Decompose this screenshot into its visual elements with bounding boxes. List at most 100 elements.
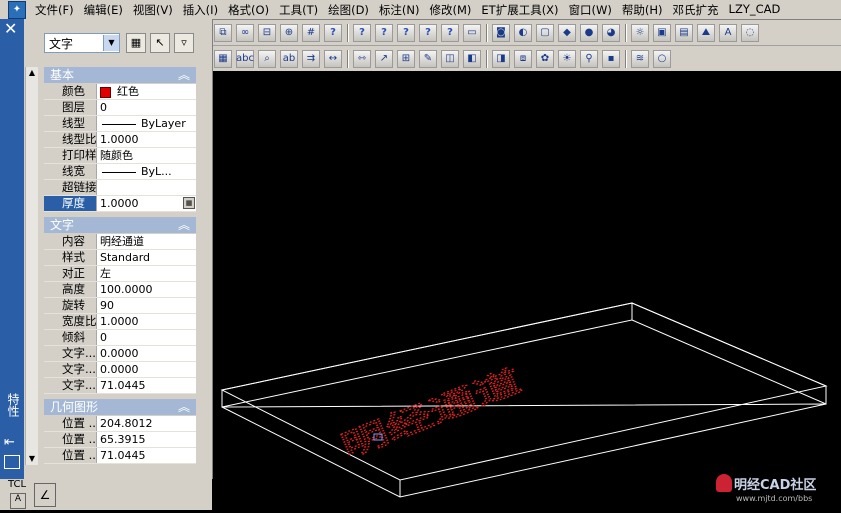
menu-item[interactable]: 视图(V) xyxy=(128,2,178,18)
pickadd-icon[interactable]: ▿ xyxy=(174,33,194,53)
menu-item[interactable]: 邓氏扩充 xyxy=(668,2,724,18)
property-value-cell[interactable]: 明经通道 xyxy=(97,234,196,249)
property-row[interactable]: 位置 ... 65.3915 xyxy=(44,432,196,448)
link-icon[interactable]: ∞ xyxy=(236,23,254,42)
scene-icon[interactable]: ▣ xyxy=(653,23,671,42)
box-icon[interactable]: ▢ xyxy=(536,23,554,42)
menu-item[interactable]: 格式(O) xyxy=(223,2,274,18)
layer-icon[interactable]: ◧ xyxy=(463,49,481,68)
collapse-icon[interactable]: ︽ xyxy=(178,217,190,233)
find-icon[interactable]: ⌕ xyxy=(258,49,276,68)
menu-item[interactable]: 标注(N) xyxy=(374,2,425,18)
query-icon[interactable]: ? xyxy=(353,23,371,42)
block-icon[interactable]: ▦ xyxy=(214,49,232,68)
property-row[interactable]: 打印样式随颜色 xyxy=(44,148,196,164)
text-icon[interactable]: A xyxy=(719,23,737,42)
property-value-cell[interactable]: ByLayer xyxy=(97,116,196,131)
menu-item[interactable]: 修改(M) xyxy=(425,2,477,18)
sun-icon[interactable]: ☀ xyxy=(558,49,576,68)
property-row[interactable]: 旋转 90 xyxy=(44,298,196,314)
material-icon[interactable]: ▤ xyxy=(675,23,693,42)
query-icon[interactable]: ? xyxy=(441,23,459,42)
dim-edit-icon[interactable]: ⇿ xyxy=(353,49,371,68)
property-row[interactable]: 内容 明经通道 xyxy=(44,234,196,250)
property-value-cell[interactable]: 0.0000 xyxy=(97,346,196,361)
property-row[interactable]: 文字... 0.0000 xyxy=(44,362,196,378)
collapse-icon[interactable]: ︽ xyxy=(178,67,190,83)
layer-prev-icon[interactable]: ◨ xyxy=(492,49,510,68)
property-row[interactable]: 倾斜 0 xyxy=(44,330,196,346)
menu-item[interactable]: 文件(F) xyxy=(30,2,79,18)
render-icon[interactable]: ◕ xyxy=(602,23,620,42)
select-objects-icon[interactable]: ↖ xyxy=(150,33,170,53)
leader-icon[interactable]: ↗ xyxy=(375,49,393,68)
property-value-cell[interactable] xyxy=(97,180,196,195)
tolerance-icon[interactable]: ⊞ xyxy=(397,49,415,68)
property-row[interactable]: 线宽 ByL... xyxy=(44,164,196,180)
property-value-cell[interactable]: 90 xyxy=(97,298,196,313)
close-icon[interactable]: ✕ xyxy=(4,21,17,37)
scroll-up-icon[interactable]: ▲ xyxy=(27,68,37,78)
property-value-cell[interactable]: 0 xyxy=(97,330,196,345)
camera-icon[interactable]: ◙ xyxy=(492,23,510,42)
property-value-cell[interactable]: 红色 xyxy=(97,84,196,99)
menu-item[interactable]: 编辑(E) xyxy=(79,2,128,18)
section-header[interactable]: 几何图形 ︽ xyxy=(44,399,196,415)
property-value-cell[interactable]: 204.8012 xyxy=(97,416,196,431)
property-value-cell[interactable]: ByL... xyxy=(97,164,196,179)
grid-icon[interactable]: # xyxy=(302,23,320,42)
app-icon[interactable]: ✦ xyxy=(8,0,26,19)
property-value-cell[interactable]: 0.0000 xyxy=(97,362,196,377)
match-icon[interactable]: ⇉ xyxy=(302,49,320,68)
drawing-text[interactable]: 明经通道 xyxy=(335,362,527,466)
scroll-down-icon[interactable]: ▼ xyxy=(27,454,37,464)
property-row[interactable]: 对正左 xyxy=(44,266,196,282)
quick-select-icon[interactable]: ▦ xyxy=(126,33,146,53)
bulb-icon[interactable]: ◌ xyxy=(741,23,759,42)
query-icon[interactable]: ? xyxy=(375,23,393,42)
collapse-icon[interactable]: ︽ xyxy=(178,399,190,415)
property-value-cell[interactable]: 71.0445 xyxy=(97,448,196,463)
property-row[interactable]: 颜色 红色 xyxy=(44,84,196,100)
pen-icon[interactable]: ✎ xyxy=(419,49,437,68)
property-row[interactable]: 位置 ... 204.8012 xyxy=(44,416,196,432)
menu-item[interactable]: ET扩展工具(X) xyxy=(476,2,563,18)
layers-icon[interactable]: ≋ xyxy=(631,49,649,68)
property-row[interactable]: 高度 100.0000 xyxy=(44,282,196,298)
lock-icon[interactable]: ▪ xyxy=(602,49,620,68)
property-value-cell[interactable]: 1.0000 xyxy=(97,132,196,147)
property-row[interactable]: 线型比例1.0000 xyxy=(44,132,196,148)
palette-title-strip[interactable]: ✕ 特性 ⇤ xyxy=(0,19,24,479)
object-type-dropdown[interactable]: 文字 ▼ xyxy=(44,33,120,53)
property-value-cell[interactable]: 左 xyxy=(97,266,196,281)
chevron-down-icon[interactable]: ▼ xyxy=(103,35,119,51)
palette-menu-icon[interactable] xyxy=(4,455,20,469)
query-icon[interactable]: ? xyxy=(397,23,415,42)
property-row[interactable]: 线型 ByLayer xyxy=(44,116,196,132)
property-row[interactable]: 厚度 1.0000 ▦ xyxy=(44,196,196,212)
calculator-icon[interactable]: ▦ xyxy=(183,197,195,209)
autohide-icon[interactable]: ⇤ xyxy=(4,435,15,450)
ruler-icon[interactable]: ▭ xyxy=(463,23,481,42)
text-edit-icon[interactable]: ab xyxy=(280,49,298,68)
menu-item[interactable]: 绘图(D) xyxy=(323,2,374,18)
property-value-cell[interactable]: 65.3915 xyxy=(97,432,196,447)
menu-item[interactable]: 工具(T) xyxy=(274,2,323,18)
landscape-icon[interactable]: ⛰ xyxy=(697,23,715,42)
query-icon[interactable]: ? xyxy=(324,23,342,42)
section-header[interactable]: 基本 ︽ xyxy=(44,67,196,83)
property-value-cell[interactable]: 1.0000 xyxy=(97,314,196,329)
query-icon[interactable]: ? xyxy=(419,23,437,42)
property-value-cell[interactable]: 100.0000 xyxy=(97,282,196,297)
property-row[interactable]: 宽度比例1.0000 xyxy=(44,314,196,330)
xref-icon[interactable]: ⊟ xyxy=(258,23,276,42)
menu-item[interactable]: LZY_CAD xyxy=(724,2,786,18)
property-row[interactable]: 位置 ... 71.0445 xyxy=(44,448,196,464)
bulb-small-icon[interactable]: ○ xyxy=(653,49,671,68)
color-icon[interactable]: ✿ xyxy=(536,49,554,68)
property-value-cell[interactable]: 71.0445 xyxy=(97,378,196,393)
shade-icon[interactable]: ◐ xyxy=(514,23,532,42)
cube-icon[interactable]: ◆ xyxy=(558,23,576,42)
property-value-cell[interactable]: 0 xyxy=(97,100,196,115)
menu-item[interactable]: 插入(I) xyxy=(178,2,223,18)
